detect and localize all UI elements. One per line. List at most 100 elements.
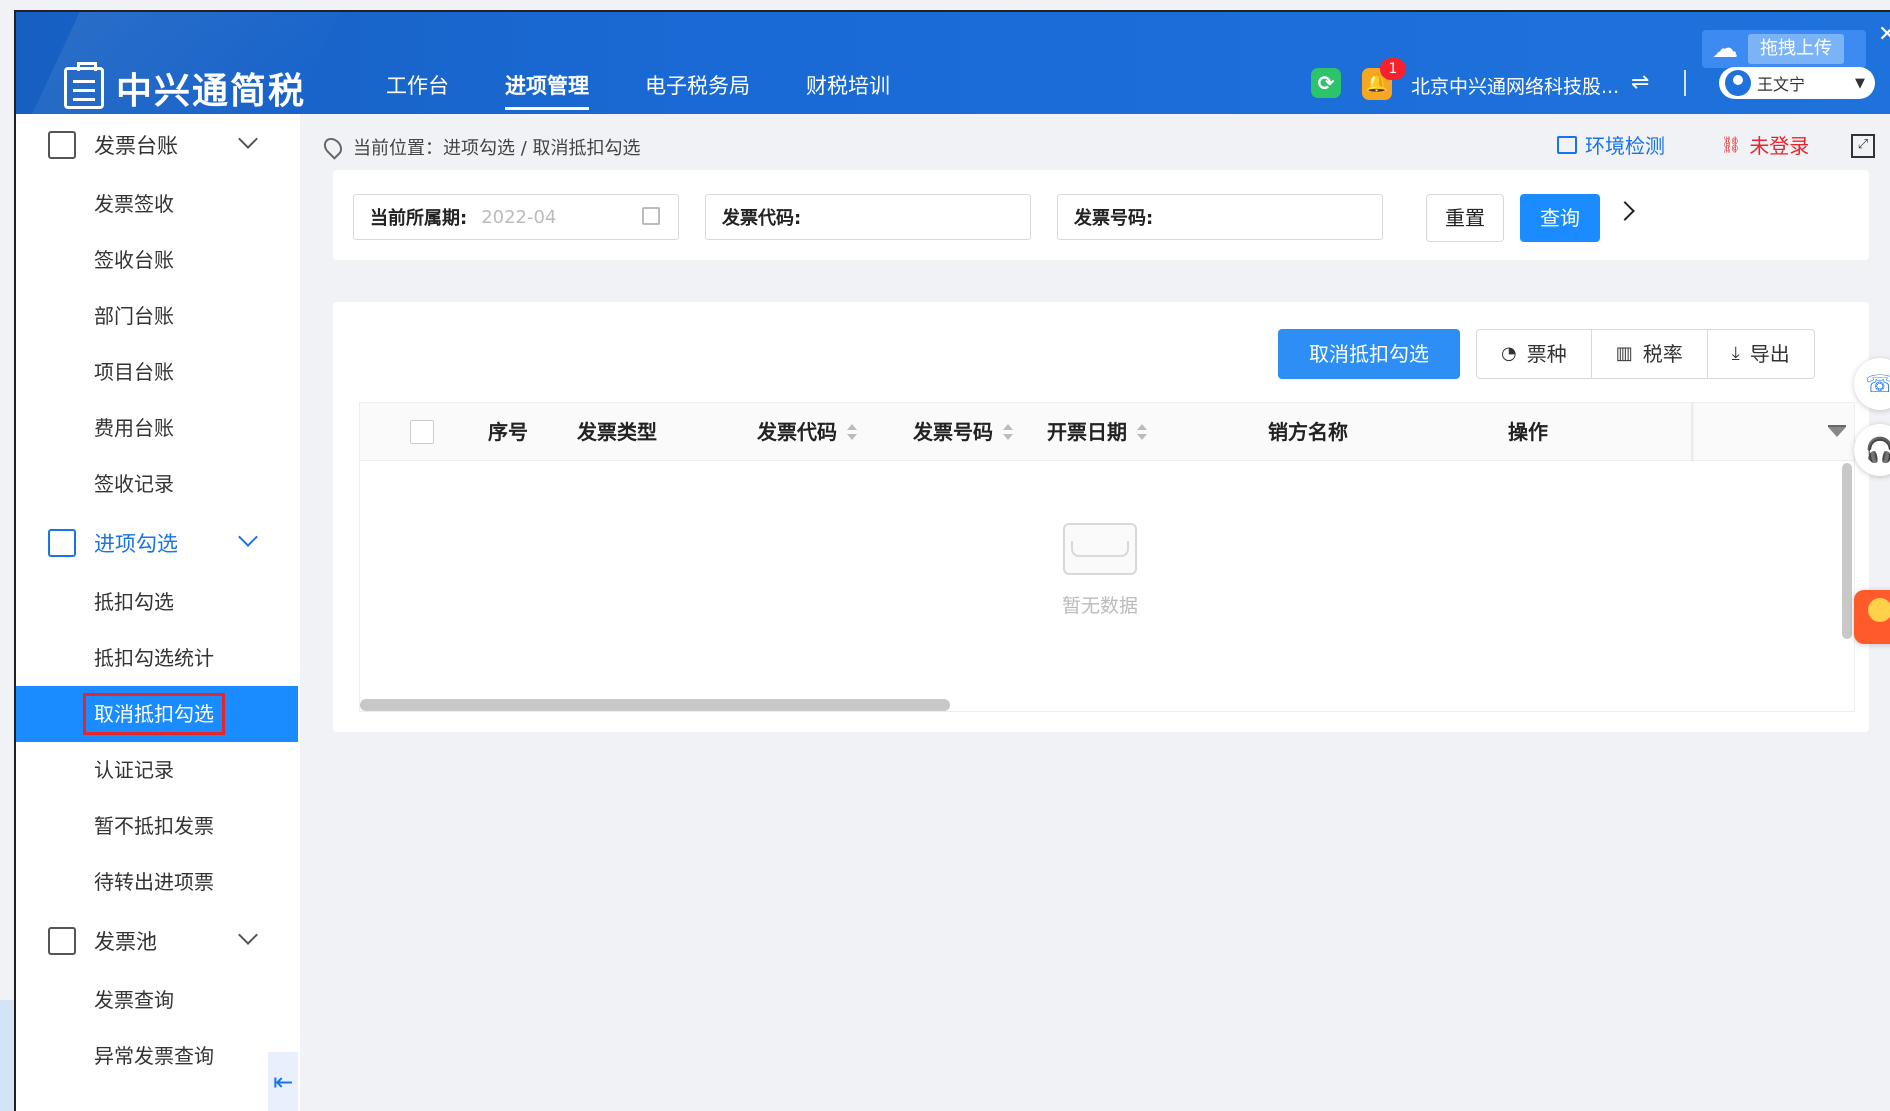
sort-icon[interactable] xyxy=(1137,424,1147,440)
chevron-down-icon xyxy=(238,925,258,945)
chevron-right-icon[interactable] xyxy=(1615,201,1635,221)
nav-tax-training[interactable]: 财税培训 xyxy=(806,70,890,110)
cloud-icon: ☁ xyxy=(1712,34,1738,64)
pie-chart-icon: ◔ xyxy=(1501,343,1517,364)
app-logo[interactable]: 中兴通简税 xyxy=(64,62,306,114)
sidebar-group-label: 发票台账 xyxy=(94,134,178,158)
sidebar-item-receipt-ledger[interactable]: 签收台账 xyxy=(16,232,300,288)
checkbox-copy-icon xyxy=(48,529,76,557)
reset-button[interactable]: 重置 xyxy=(1426,194,1504,242)
logo-text: 中兴通简税 xyxy=(116,71,307,112)
sidebar-item-deferred-invoices[interactable]: 暂不抵扣发票 xyxy=(16,798,300,854)
tax-rate-label: 税率 xyxy=(1642,342,1683,366)
period-label: 当前所属期: xyxy=(370,208,468,229)
sidebar-item-abnormal-invoice-query[interactable]: 异常发票查询 xyxy=(16,1028,300,1084)
select-all-checkbox[interactable] xyxy=(410,420,434,444)
col-label: 开票日期 xyxy=(1047,420,1127,444)
download-icon: ⤓ xyxy=(1731,343,1740,364)
monitor-icon xyxy=(1557,135,1577,154)
collapse-sidebar-icon[interactable]: ⇤ xyxy=(268,1052,298,1111)
broken-link-icon: ⛓ xyxy=(1721,135,1742,154)
not-login-label: 未登录 xyxy=(1749,134,1810,158)
sidebar-item-deduct-statistics[interactable]: 抵扣勾选统计 xyxy=(16,630,300,686)
col-invoice-type: 发票类型 xyxy=(577,420,657,444)
table-panel: 取消抵扣勾选 ◔ 票种 ▥ 税率 ⤓ 导出 序号 发票类型 发票代码 发票号码 … xyxy=(333,302,1869,732)
breadcrumb: 当前位置：进项勾选 / 取消抵扣勾选 xyxy=(320,134,641,160)
avatar xyxy=(1725,70,1751,96)
header-divider xyxy=(1684,70,1686,96)
sidebar-item-deduct-selection[interactable]: 抵扣勾选 xyxy=(16,574,300,630)
col-label: 发票号码 xyxy=(913,420,993,444)
sidebar-group-input-selection[interactable]: 进项勾选 xyxy=(16,512,300,574)
invoice-number-label: 发票号码: xyxy=(1074,208,1154,229)
notification-badge: 1 xyxy=(1380,58,1406,80)
empty-inbox-icon xyxy=(1063,523,1137,575)
export-label: 导出 xyxy=(1749,342,1790,366)
horizontal-scrollbar[interactable] xyxy=(360,699,950,711)
sidebar-item-receipt-records[interactable]: 签收记录 xyxy=(16,456,300,512)
sidebar-item-pending-transfer[interactable]: 待转出进项票 xyxy=(16,854,300,910)
bar-chart-icon: ▥ xyxy=(1615,343,1633,364)
period-field[interactable]: 当前所属期: 2022-04 xyxy=(353,194,679,240)
col-operation: 操作 xyxy=(1508,420,1548,444)
col-issue-date[interactable]: 开票日期 xyxy=(1047,403,1147,461)
query-button[interactable]: 查询 xyxy=(1520,194,1600,242)
table-tools: ◔ 票种 ▥ 税率 ⤓ 导出 xyxy=(1476,329,1815,379)
invoice-table: 序号 发票类型 发票代码 发票号码 开票日期 销方名称 操作 暂无数据 xyxy=(359,402,1855,712)
cancel-deduct-button[interactable]: 取消抵扣勾选 xyxy=(1278,329,1460,379)
sidebar-item-certification-records[interactable]: 认证记录 xyxy=(16,742,300,798)
invoice-number-field[interactable]: 发票号码: xyxy=(1057,194,1383,240)
logo-icon xyxy=(64,62,104,109)
grid-icon xyxy=(48,927,76,955)
chevron-down-icon xyxy=(238,129,258,149)
invoice-code-field[interactable]: 发票代码: xyxy=(705,194,1031,240)
col-invoice-code[interactable]: 发票代码 xyxy=(757,403,857,461)
sidebar-group-label: 进项勾选 xyxy=(94,532,178,556)
column-filter-icon[interactable] xyxy=(1828,425,1846,441)
switch-company-icon[interactable]: ⇌ xyxy=(1631,70,1649,95)
location-pin-icon xyxy=(320,134,346,160)
nav-workbench[interactable]: 工作台 xyxy=(386,70,449,110)
col-invoice-number[interactable]: 发票号码 xyxy=(913,403,1013,461)
chevron-down-icon xyxy=(238,527,258,547)
col-seller-name: 销方名称 xyxy=(1268,420,1348,444)
upload-label[interactable]: 拖拽上传 xyxy=(1748,34,1844,64)
export-button[interactable]: ⤓ 导出 xyxy=(1708,330,1814,378)
empty-state: 暂无数据 xyxy=(1050,523,1150,618)
nav-e-tax-bureau[interactable]: 电子税务局 xyxy=(645,70,750,110)
desktop-background xyxy=(0,1000,14,1111)
user-name: 王文宁 xyxy=(1757,75,1806,94)
sort-icon[interactable] xyxy=(847,424,857,440)
sidebar-group-invoice-pool[interactable]: 发票池 xyxy=(16,910,300,972)
gift-icon[interactable] xyxy=(1854,590,1890,644)
sidebar-item-department-ledger[interactable]: 部门台账 xyxy=(16,288,300,344)
sidebar-item-invoice-query[interactable]: 发票查询 xyxy=(16,972,300,1028)
env-check-link[interactable]: 环境检测 xyxy=(1557,130,1665,159)
sidebar-item-project-ledger[interactable]: 项目台账 xyxy=(16,344,300,400)
vertical-scrollbar[interactable] xyxy=(1842,463,1852,639)
not-login-link[interactable]: ⛓ 未登录 xyxy=(1721,130,1809,159)
sidebar-item-expense-ledger[interactable]: 费用台账 xyxy=(16,400,300,456)
sidebar-item-invoice-receipt[interactable]: 发票签收 xyxy=(16,176,300,232)
refresh-icon[interactable]: ⟳ xyxy=(1311,68,1341,98)
top-header: 中兴通简税 工作台 进项管理 电子税务局 财税培训 ⟳ 🔔 1 北京中兴通网络科… xyxy=(16,12,1890,114)
nav-input-management[interactable]: 进项管理 xyxy=(505,70,589,110)
sidebar: 发票台账 发票签收 签收台账 部门台账 项目台账 费用台账 签收记录 进项勾选 … xyxy=(16,114,300,1111)
company-name[interactable]: 北京中兴通网络科技股... xyxy=(1411,72,1619,99)
env-check-label: 环境检测 xyxy=(1585,134,1665,158)
empty-text: 暂无数据 xyxy=(1061,595,1138,617)
sort-icon[interactable] xyxy=(1003,424,1013,440)
edit-icon xyxy=(48,131,76,159)
caret-down-icon: ▼ xyxy=(1855,76,1865,91)
sidebar-group-invoice-ledger[interactable]: 发票台账 xyxy=(16,114,300,176)
fullscreen-icon[interactable]: ⤢ xyxy=(1851,134,1875,158)
upload-widget[interactable]: ☁ 拖拽上传 xyxy=(1702,30,1866,68)
sidebar-group-label: 发票池 xyxy=(94,930,157,954)
sidebar-item-cancel-deduct[interactable]: 取消抵扣勾选 xyxy=(16,686,298,742)
tax-rate-button[interactable]: ▥ 税率 xyxy=(1592,330,1708,378)
app-window: 中兴通简税 工作台 进项管理 电子税务局 财税培训 ⟳ 🔔 1 北京中兴通网络科… xyxy=(14,10,1890,1111)
close-icon[interactable]: ✕ xyxy=(1878,22,1890,47)
col-label: 发票代码 xyxy=(757,420,837,444)
user-dropdown[interactable]: 王文宁 ▼ xyxy=(1719,67,1875,99)
invoice-type-button[interactable]: ◔ 票种 xyxy=(1477,330,1592,378)
